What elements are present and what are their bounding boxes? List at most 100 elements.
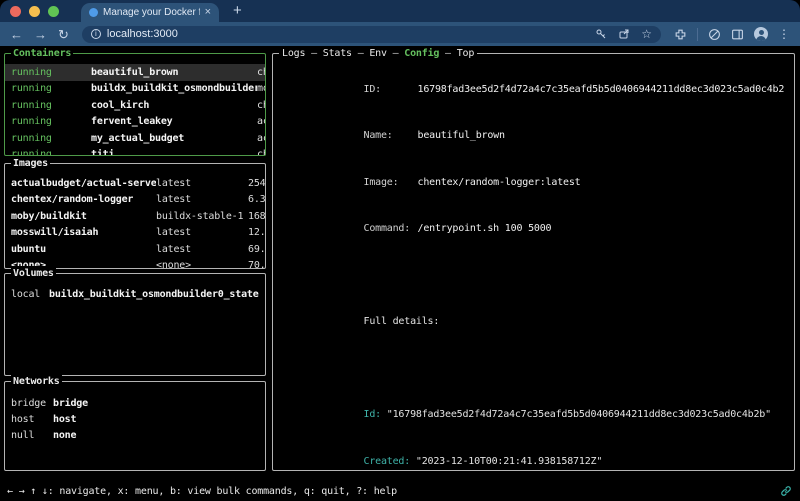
status-bar: ← → ↑ ↓: navigate, x: menu, b: view bulk…: [7, 483, 792, 499]
inspector-tab-label: Config: [404, 48, 439, 59]
config-line: Full details:: [282, 299, 784, 346]
inspector-details: Full details: Id: "16798fad3ee5d2f4d72a4…: [282, 252, 784, 470]
container-image: ch: [257, 67, 265, 78]
inspector-tabs: Logs Stats Env Config Top: [279, 46, 477, 61]
image-tag: buildx-stable-1: [156, 211, 248, 222]
image-tag: latest: [156, 194, 248, 205]
meta-key: Command:: [364, 221, 418, 237]
container-image: ch: [257, 100, 265, 111]
image-size: 6.36MB: [248, 194, 265, 205]
container-status: running: [11, 116, 91, 127]
address-bar[interactable]: localhost:3000 ☆: [82, 26, 661, 43]
image-name: mosswill/isaiah: [11, 227, 156, 238]
network-driver: host: [11, 414, 53, 425]
inspector-tab-label: Logs: [282, 48, 305, 59]
inspector-tab[interactable]: Stats: [305, 48, 352, 59]
password-key-icon[interactable]: [595, 28, 607, 40]
url-text: localhost:3000: [107, 28, 589, 40]
container-name: titi: [91, 149, 257, 155]
side-panel-icon[interactable]: [731, 28, 744, 41]
meta-line: Command:/entrypoint.sh 100 5000: [282, 206, 784, 253]
image-row[interactable]: ubuntu latest 69.27M: [5, 241, 265, 258]
config-value: Full details:: [364, 316, 440, 327]
image-row[interactable]: actualbudget/actual-server latest 254.96: [5, 175, 265, 192]
new-tab-button[interactable]: +: [233, 1, 242, 21]
inspector-tab-label: Env: [369, 48, 386, 59]
image-row[interactable]: moby/buildkit buildx-stable-1 168.13: [5, 208, 265, 225]
networks-list: bridge bridge host host null none: [5, 382, 265, 470]
image-size: 12.58M: [248, 227, 265, 238]
container-status: running: [11, 149, 91, 155]
container-image: ac: [257, 116, 265, 127]
minimize-window-button[interactable]: [29, 6, 40, 17]
browser-toolbar: ← → ↻ localhost:3000 ☆ ⋮: [0, 22, 800, 46]
forward-icon[interactable]: →: [34, 28, 47, 41]
back-icon[interactable]: ←: [10, 28, 23, 41]
config-key: Created:: [364, 456, 411, 467]
connection-link-icon[interactable]: [780, 485, 792, 497]
config-line: [282, 345, 784, 392]
image-tag: latest: [156, 244, 248, 255]
container-row[interactable]: running beautiful_brown ch: [5, 64, 265, 81]
browser-menu-icon[interactable]: ⋮: [778, 28, 790, 40]
config-key: Id:: [364, 409, 381, 420]
containers-list: running beautiful_brown ch running build…: [5, 54, 265, 155]
inspector-tab[interactable]: Logs: [282, 48, 305, 59]
window-controls: [10, 0, 59, 22]
meta-value: chentex/random-logger:latest: [418, 177, 581, 188]
container-status: running: [11, 67, 91, 78]
container-row[interactable]: running cool_kirch ch: [5, 97, 265, 114]
keybinding-help: ← → ↑ ↓: navigate, x: menu, b: view bulk…: [7, 486, 397, 497]
image-size: 70.73M: [248, 260, 265, 268]
tab-close-icon[interactable]: ×: [205, 7, 211, 18]
network-row[interactable]: null none: [5, 427, 265, 443]
image-name: chentex/random-logger: [11, 194, 156, 205]
container-row[interactable]: running titi ch: [5, 147, 265, 156]
network-row[interactable]: bridge bridge: [5, 395, 265, 411]
config-line: Created: "2023-12-10T00:21:41.938158712Z…: [282, 438, 784, 470]
toolbar-right-icons: ⋮: [674, 27, 790, 41]
toolbar-divider: [697, 28, 698, 41]
account-sync-icon[interactable]: [708, 28, 721, 41]
volume-driver: local: [11, 289, 49, 300]
browser-titlebar: Manage your Docker fleet wi × +: [0, 0, 800, 22]
maximize-window-button[interactable]: [48, 6, 59, 17]
containers-panel-title: Containers: [11, 46, 73, 61]
inspector-tab-label: Top: [457, 48, 474, 59]
volume-row[interactable]: local buildx_buildkit_osmondbuilder0_sta…: [5, 286, 265, 302]
container-row[interactable]: running my_actual_budget ac: [5, 130, 265, 147]
container-row[interactable]: running buildx_buildkit_osmondbuilder0 m…: [5, 81, 265, 98]
network-driver: null: [11, 430, 53, 441]
image-row[interactable]: chentex/random-logger latest 6.36MB: [5, 192, 265, 209]
bookmark-star-icon[interactable]: ☆: [641, 28, 652, 40]
inspector-tab-label: Stats: [323, 48, 352, 59]
inspector-meta: ID:16798fad3ee5d2f4d72a4c7c35eafd5b5d040…: [282, 66, 784, 252]
inspector-tab[interactable]: Top: [439, 48, 474, 59]
config-value: "16798fad3ee5d2f4d72a4c7c35eafd5b5d04069…: [381, 409, 771, 420]
site-info-icon[interactable]: [91, 29, 101, 39]
tab-title: Manage your Docker fleet wi: [103, 7, 200, 18]
networks-panel: Networks bridge bridge host host null: [4, 381, 266, 471]
share-icon[interactable]: [618, 28, 630, 40]
inspector-tab[interactable]: Config: [387, 48, 439, 59]
extensions-icon[interactable]: [674, 28, 687, 41]
image-size: 168.13: [248, 211, 265, 222]
image-row[interactable]: mosswill/isaiah latest 12.58M: [5, 225, 265, 242]
config-line: Id: "16798fad3ee5d2f4d72a4c7c35eafd5b5d0…: [282, 392, 784, 439]
meta-line: Name:beautiful_brown: [282, 113, 784, 160]
close-window-button[interactable]: [10, 6, 21, 17]
volumes-panel: Volumes local buildx_buildkit_osmondbuil…: [4, 273, 266, 376]
image-size: 69.27M: [248, 244, 265, 255]
network-row[interactable]: host host: [5, 411, 265, 427]
container-name: cool_kirch: [91, 100, 257, 111]
inspector-tab[interactable]: Env: [352, 48, 387, 59]
reload-icon[interactable]: ↻: [58, 28, 69, 41]
profile-avatar[interactable]: [754, 27, 768, 41]
address-bar-actions: ☆: [595, 28, 652, 40]
container-name: beautiful_brown: [91, 67, 257, 78]
container-image: ch: [257, 149, 265, 155]
container-row[interactable]: running fervent_leakey ac: [5, 114, 265, 131]
config-value: "2023-12-10T00:21:41.938158712Z": [410, 456, 602, 467]
image-name: actualbudget/actual-server: [11, 178, 156, 189]
browser-tab[interactable]: Manage your Docker fleet wi ×: [81, 3, 219, 22]
